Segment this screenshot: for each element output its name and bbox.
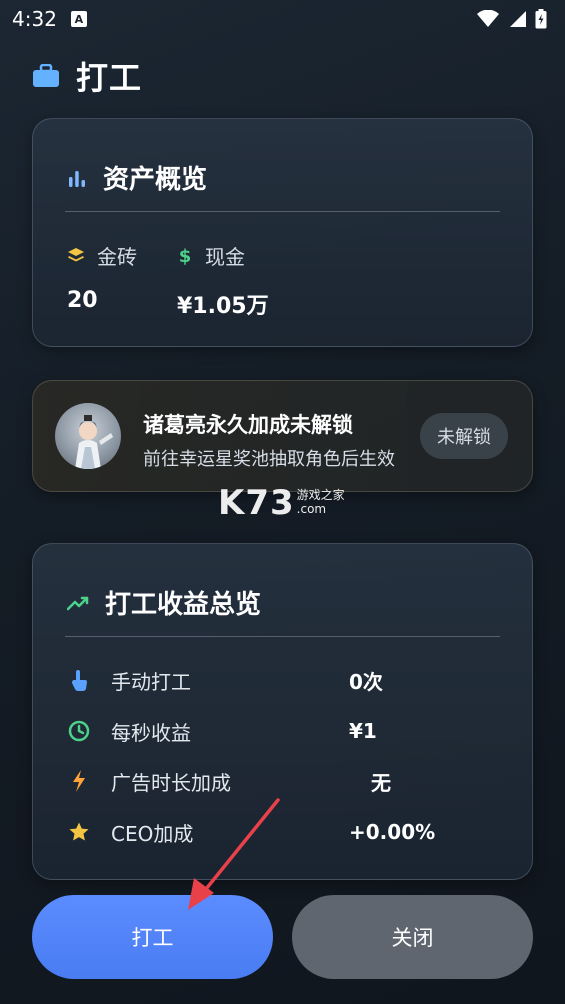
assets-divider <box>65 211 500 212</box>
cash-label-row: $ 现金 <box>177 241 269 270</box>
earn-row-per-second: 每秒收益 ¥1 <box>67 716 507 746</box>
status-right <box>477 9 547 29</box>
svg-text:$: $ <box>179 246 192 266</box>
earn-label-manual: 手动打工 <box>111 669 191 694</box>
close-button[interactable]: 关闭 <box>292 895 533 979</box>
watermark-side-bottom: .com <box>296 502 327 516</box>
earn-value-per-second: ¥1 <box>349 719 377 743</box>
cash-asset: $ 现金 ¥1.05万 <box>177 241 269 320</box>
earnings-divider <box>65 636 500 637</box>
battery-icon <box>535 9 547 29</box>
watermark-side-top: 游戏之家 <box>296 488 345 502</box>
earn-label-ad-bonus: 广告时长加成 <box>111 770 231 795</box>
character-unlock-card[interactable]: 诸葛亮永久加成未解锁 前往幸运星奖池抽取角色后生效 未解锁 <box>32 380 533 492</box>
page-header: 打工 <box>32 56 143 97</box>
status-left: 4:32 A <box>12 7 87 31</box>
earnings-overview-card: 打工收益总览 手动打工 0次 每秒收益 ¥1 广告时长加成 无 CEO加成 +0… <box>32 543 533 880</box>
trend-up-icon <box>67 596 89 610</box>
earn-row-manual: 手动打工 0次 <box>67 665 507 695</box>
status-bar: 4:32 A <box>0 0 565 38</box>
assets-overview-card: 资产概览 金砖 20 $ 现金 ¥1.05万 <box>32 118 533 347</box>
assets-card-title: 资产概览 <box>103 165 208 195</box>
assets-card-header: 资产概览 <box>67 159 207 196</box>
gold-label: 金砖 <box>97 245 137 269</box>
notification-icon: A <box>70 11 87 27</box>
earn-row-ceo: CEO加成 +0.00% <box>67 817 507 847</box>
earn-value-ceo: +0.00% <box>349 820 436 844</box>
cash-label: 现金 <box>205 245 245 269</box>
bar-chart-icon <box>69 170 85 187</box>
unlock-title: 诸葛亮永久加成未解锁 <box>143 413 353 437</box>
star-icon <box>67 821 91 843</box>
signal-icon <box>510 11 526 27</box>
earnings-card-title: 打工收益总览 <box>105 590 262 620</box>
k73-watermark: K73 游戏之家 .com <box>218 486 345 520</box>
clock-icon <box>67 720 91 742</box>
dollar-icon: $ <box>179 246 192 266</box>
lightning-icon <box>67 769 91 793</box>
gold-asset: 金砖 20 <box>67 241 137 313</box>
character-portrait <box>75 415 113 469</box>
watermark-main: K73 <box>218 483 295 523</box>
locked-badge[interactable]: 未解锁 <box>420 413 508 459</box>
gold-label-row: 金砖 <box>67 241 137 270</box>
gold-value: 20 <box>67 288 98 313</box>
layers-icon <box>68 247 84 261</box>
earn-label-per-second: 每秒收益 <box>111 720 191 745</box>
earn-value-ad-bonus: 无 <box>371 770 391 795</box>
character-avatar <box>55 403 121 469</box>
tap-hand-icon <box>67 668 91 692</box>
work-button[interactable]: 打工 <box>32 895 273 979</box>
earn-value-manual: 0次 <box>349 669 383 694</box>
watermark-side: 游戏之家 .com <box>297 488 345 516</box>
earn-label-ceo: CEO加成 <box>111 821 194 846</box>
unlock-subtitle: 前往幸运星奖池抽取角色后生效 <box>143 449 395 470</box>
earn-row-ad-bonus: 广告时长加成 无 <box>67 766 507 796</box>
wifi-icon <box>477 10 499 27</box>
status-time: 4:32 <box>12 7 57 31</box>
briefcase-icon <box>33 64 59 87</box>
earnings-card-header: 打工收益总览 <box>67 584 261 621</box>
cash-value: ¥1.05万 <box>177 294 269 319</box>
page-title: 打工 <box>76 59 143 97</box>
